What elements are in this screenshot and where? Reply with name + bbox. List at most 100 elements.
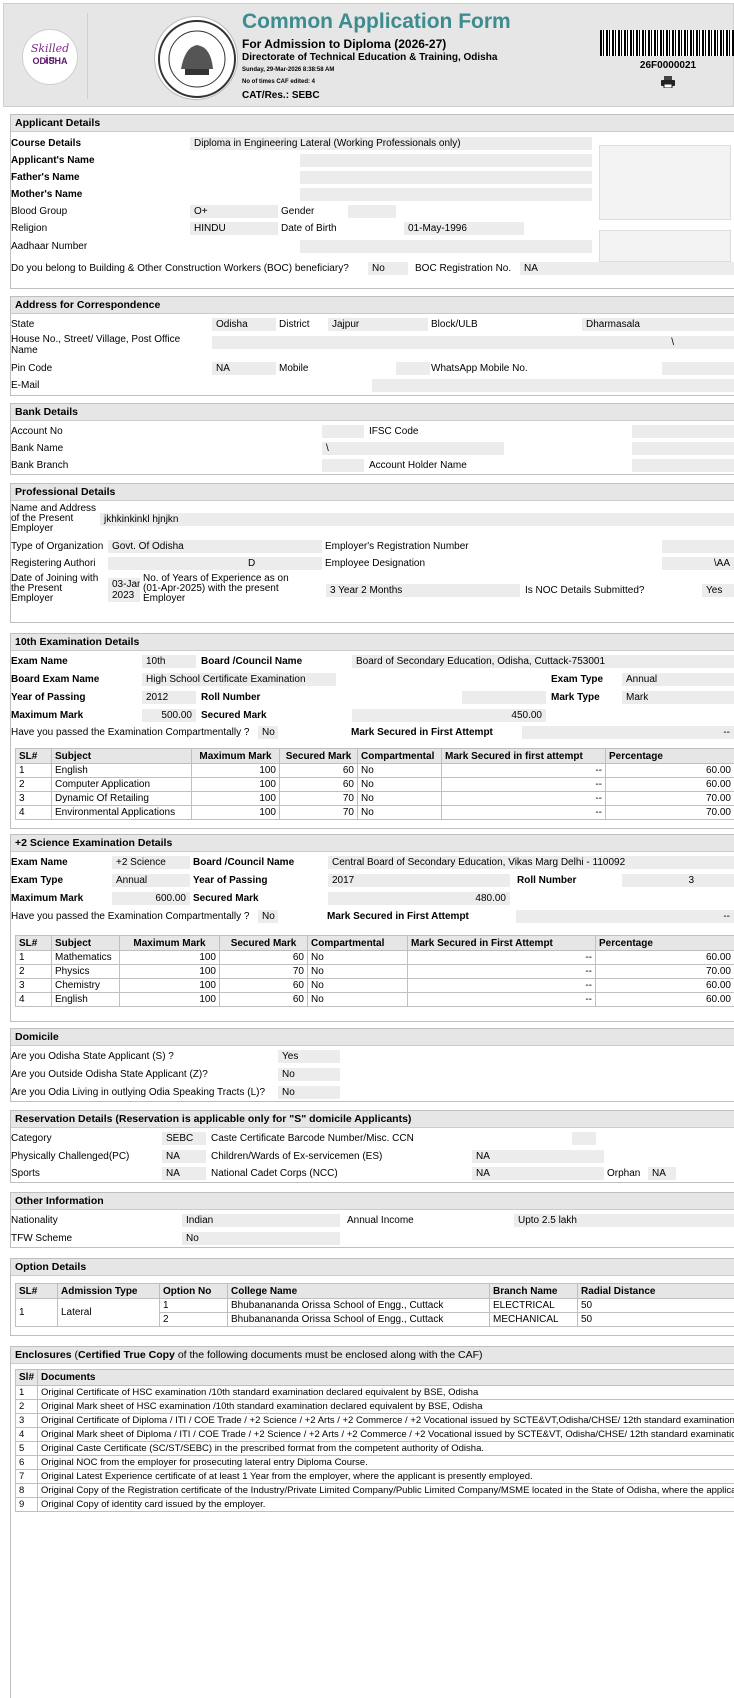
- gender-label: Gender: [281, 206, 315, 217]
- yop-label: Year of Passing: [11, 692, 86, 703]
- father-name-label: Father's Name: [11, 172, 80, 183]
- printer-icon[interactable]: [660, 76, 676, 88]
- doc-text: Original Caste Certificate (SC/ST/SEBC) …: [37, 1441, 734, 1456]
- barcode-number: 26F0000021: [639, 60, 697, 71]
- barcode: [600, 30, 734, 56]
- professional-section: Professional Details Name and Address of …: [10, 483, 734, 623]
- domicile-a1: Yes: [277, 1049, 341, 1064]
- yop-value: 2012: [141, 690, 197, 705]
- table-cell: No: [357, 777, 442, 792]
- category-reservation: CAT/Res.: SEBC: [242, 90, 320, 101]
- table-cell: No: [357, 763, 442, 778]
- table-row: 2 Physics 100 70 No -- 70.00: [15, 964, 734, 979]
- father-name-value: [299, 170, 593, 185]
- col-header: Subject: [51, 935, 120, 951]
- exam-type-label: Exam Type: [11, 875, 64, 886]
- admission-type: Lateral: [57, 1298, 160, 1327]
- branch-name: ELECTRICAL: [489, 1298, 578, 1313]
- caste-cert-label: Caste Certificate Barcode Number/Misc. C…: [211, 1133, 414, 1144]
- applicant-photo: [599, 145, 731, 220]
- employer-reg-label: Employer's Registration Number: [325, 541, 469, 552]
- block-value: Dharmasala: [581, 317, 734, 332]
- col-header: SL#: [15, 935, 52, 951]
- section-heading: Applicant Details: [11, 115, 734, 132]
- aadhaar-label: Aadhaar Number: [11, 241, 88, 252]
- ifsc-value: [631, 424, 734, 439]
- designation-value: \AA: [661, 556, 734, 571]
- secured-mark-label: Secured Mark: [193, 893, 259, 904]
- table-cell: 60: [219, 992, 308, 1007]
- tfw-label: TFW Scheme: [11, 1233, 73, 1244]
- ifsc-label: IFSC Code: [369, 426, 419, 437]
- secured-mark-value: 450.00: [351, 708, 547, 723]
- account-no-value: [321, 424, 365, 439]
- domicile-q3: Are you Odia Living in outlying Odia Spe…: [11, 1087, 266, 1098]
- table-cell: --: [441, 777, 606, 792]
- table-cell: 1: [15, 763, 52, 778]
- option-details-section: Option Details SL# Admission Type Option…: [10, 1258, 734, 1336]
- table-cell: 60: [279, 777, 358, 792]
- table-row: 5 Original Caste Certificate (SC/ST/SEBC)…: [14, 1441, 734, 1456]
- table-cell: Physics: [51, 964, 120, 979]
- table-cell: 70: [279, 791, 358, 806]
- roll-label: Roll Number: [517, 875, 577, 886]
- section-heading: Bank Details: [11, 404, 734, 421]
- option-no: 2: [159, 1312, 228, 1327]
- account-no-label: Account No: [11, 426, 63, 437]
- table-cell: 2: [15, 777, 52, 792]
- table-cell: No: [307, 992, 408, 1007]
- table-cell: 1: [15, 950, 52, 965]
- aadhaar-value: [299, 239, 593, 254]
- pin-value: NA: [211, 361, 277, 376]
- table-row: 6 Original NOC from the employer for pros…: [14, 1455, 734, 1470]
- section-heading: 10th Examination Details: [11, 634, 734, 651]
- table-row: 8 Original Copy of the Registration certi…: [14, 1483, 734, 1498]
- table-cell: 60: [219, 978, 308, 993]
- course-value: Diploma in Engineering Lateral (Working …: [189, 136, 593, 151]
- board-value: Central Board of Secondary Education, Vi…: [327, 855, 734, 870]
- email-value: [371, 378, 734, 393]
- doj-value: 03-Jan-2023: [107, 577, 141, 603]
- state-label: State: [11, 319, 35, 330]
- table-cell: --: [441, 791, 606, 806]
- income-value: Upto 2.5 lakh: [513, 1213, 734, 1228]
- section-heading: Option Details: [11, 1259, 734, 1276]
- block-label: Block/ULB: [431, 319, 478, 330]
- exam-type-label: Exam Type: [551, 674, 604, 685]
- table-cell: --: [407, 950, 596, 965]
- table-cell: 60.00: [605, 763, 734, 778]
- religion-label: Religion: [11, 223, 48, 234]
- blood-group-value: O+: [189, 204, 279, 219]
- ncc-value: NA: [471, 1166, 605, 1181]
- exam-name-value: 10th: [141, 654, 197, 669]
- house-label-1: House No., Street/ Village, Post Office: [11, 334, 181, 345]
- table-cell: No: [307, 964, 408, 979]
- table-cell: 100: [191, 763, 280, 778]
- table-cell: English: [51, 992, 120, 1007]
- col-header: Maximum Mark: [191, 748, 280, 764]
- table-cell: 3: [15, 791, 52, 806]
- option-no: 1: [159, 1298, 228, 1313]
- es-value: NA: [471, 1149, 605, 1164]
- secured-mark-value: 480.00: [327, 891, 511, 906]
- nationality-value: Indian: [181, 1213, 341, 1228]
- table-cell: 60: [219, 950, 308, 965]
- employer-reg-value: [661, 539, 734, 554]
- table-cell: Chemistry: [51, 978, 120, 993]
- mark-type-label: Mark Type: [551, 692, 600, 703]
- table-row: 9 Original Copy of identity card issued b…: [14, 1497, 734, 1512]
- table-cell: Dynamic Of Retailing: [51, 791, 192, 806]
- odisha-emblem-icon: [154, 16, 238, 100]
- boc-question: Do you belong to Building & Other Constr…: [11, 263, 349, 274]
- section-heading: Enclosures (Certified True Copy of the f…: [11, 1347, 734, 1364]
- table-header-row: SL# Subject Maximum Mark Secured Mark Compar…: [15, 935, 734, 951]
- compartment-question: Have you passed the Examination Compartm…: [11, 727, 250, 738]
- table-cell: 100: [119, 964, 220, 979]
- table-row: 1 English 100 60 No -- 60.00: [15, 763, 734, 778]
- table-cell: --: [441, 805, 606, 820]
- tenth-exam-section: 10th Examination Details Exam Name 10th …: [10, 633, 734, 829]
- exam-type-value: Annual: [621, 672, 734, 687]
- org-type-value: Govt. Of Odisha: [107, 539, 323, 554]
- col-header: SL#: [15, 1283, 58, 1299]
- holder-value: [631, 458, 734, 473]
